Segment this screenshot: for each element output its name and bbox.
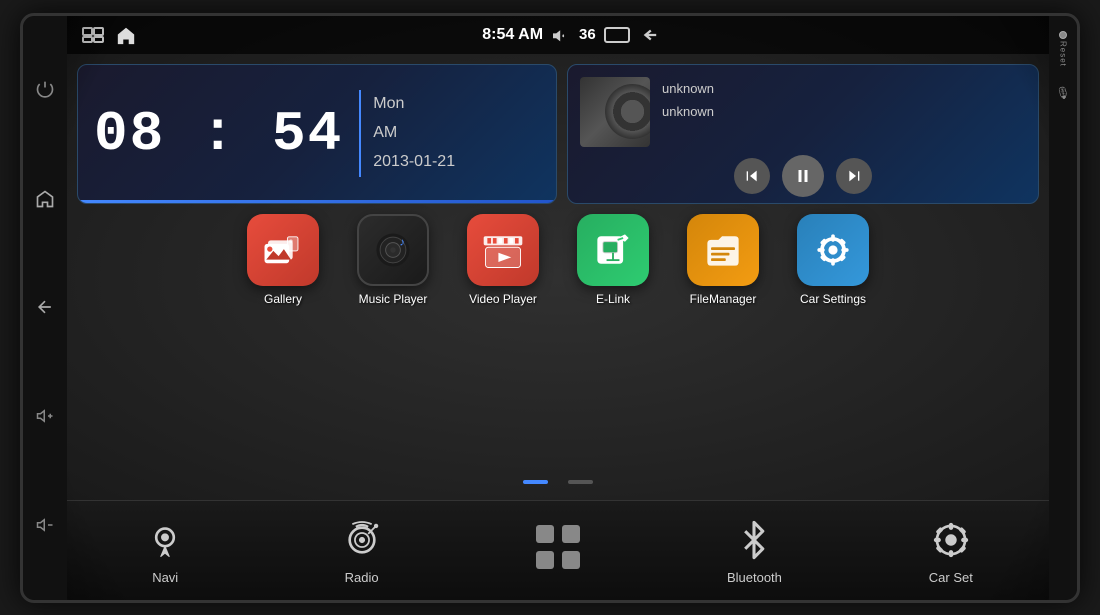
- home-side-button[interactable]: [31, 185, 59, 213]
- gallery-label: Gallery: [264, 292, 302, 306]
- music-player-icon-svg: ♪: [370, 227, 416, 273]
- file-manager-label: FileManager: [690, 292, 757, 306]
- nav-item-car-set[interactable]: Car Set: [853, 516, 1049, 585]
- prev-button[interactable]: [734, 158, 770, 194]
- clock-date: 2013-01-21: [373, 148, 455, 177]
- power-button[interactable]: [31, 76, 59, 104]
- app-video-player[interactable]: Video Player: [458, 214, 548, 306]
- video-player-icon: [467, 214, 539, 286]
- elink-icon: [577, 214, 649, 286]
- clock-time-display: 08 : 54: [94, 102, 343, 166]
- svg-text:♪: ♪: [399, 236, 405, 248]
- navi-icon: [141, 516, 189, 564]
- play-pause-button[interactable]: [782, 155, 824, 197]
- volume-down-button[interactable]: [31, 511, 59, 539]
- music-player-icon: ♪: [357, 214, 429, 286]
- nav-item-navi[interactable]: Navi: [67, 516, 263, 585]
- music-widget: ♪ unknown unknown: [567, 64, 1039, 204]
- volume-status-icon: [551, 27, 571, 43]
- file-manager-icon-svg: [700, 227, 746, 273]
- clock-details: Mon AM 2013-01-21: [359, 90, 455, 176]
- gallery-icon-svg: [261, 228, 305, 272]
- apps-grid: Gallery ♪ Musi: [77, 214, 1039, 474]
- clock-day: Mon: [373, 90, 455, 119]
- mic-icon: 🎙: [1055, 86, 1070, 100]
- music-player-label: Music Player: [359, 292, 428, 306]
- car-settings-label: Car Settings: [800, 292, 866, 306]
- track-title: unknown: [662, 77, 1026, 100]
- nav-item-bluetooth[interactable]: Bluetooth: [656, 516, 852, 585]
- main-content-area: 08 : 54 Mon AM 2013-01-21 ♪: [67, 54, 1049, 500]
- radio-icon: [338, 516, 386, 564]
- app-file-manager[interactable]: FileManager: [678, 214, 768, 306]
- gallery-icon: [247, 214, 319, 286]
- reset-button-area[interactable]: Reset: [1059, 31, 1068, 67]
- volume-level: 36: [579, 26, 596, 43]
- bluetooth-icon-svg: [732, 518, 776, 562]
- car-set-icon: [927, 516, 975, 564]
- reset-label: Reset: [1059, 41, 1068, 67]
- nav-item-radio[interactable]: Radio: [263, 516, 459, 585]
- status-bar: 8:54 AM 36: [67, 16, 1049, 54]
- car-settings-icon-svg: [810, 227, 856, 273]
- screen-icon: [604, 27, 630, 43]
- right-side-buttons: Reset 🎙: [1049, 16, 1077, 600]
- page-dot-1: [523, 480, 548, 484]
- home-status-icon[interactable]: [115, 25, 137, 45]
- radio-label: Radio: [345, 570, 379, 585]
- apps-row-1: Gallery ♪ Musi: [238, 214, 878, 306]
- reset-button[interactable]: [1059, 31, 1067, 39]
- elink-label: E-Link: [596, 292, 630, 306]
- video-player-icon-svg: [480, 227, 526, 273]
- app-music-player[interactable]: ♪ Music Player: [348, 214, 438, 306]
- clock-period: AM: [373, 119, 455, 148]
- back-status-icon[interactable]: [638, 26, 660, 44]
- bluetooth-icon: [730, 516, 778, 564]
- car-set-label: Car Set: [929, 570, 973, 585]
- next-button[interactable]: [836, 158, 872, 194]
- widgets-row: 08 : 54 Mon AM 2013-01-21 ♪: [77, 64, 1039, 204]
- device-frame: 8:54 AM 36 08 : 54: [20, 13, 1080, 603]
- page-dot-2: [568, 480, 593, 484]
- home-grid-icon-svg: [530, 519, 586, 575]
- car-settings-icon: [797, 214, 869, 286]
- app-elink[interactable]: E-Link: [568, 214, 658, 306]
- clock-widget: 08 : 54 Mon AM 2013-01-21: [77, 64, 557, 204]
- car-set-icon-svg: [929, 518, 973, 562]
- music-top-area: ♪ unknown unknown: [580, 77, 1026, 147]
- left-side-buttons: [23, 16, 67, 600]
- navi-label: Navi: [152, 570, 178, 585]
- file-manager-icon: [687, 214, 759, 286]
- music-controls: [580, 155, 1026, 197]
- recent-windows-icon[interactable]: [81, 26, 105, 44]
- main-screen: 8:54 AM 36 08 : 54: [67, 16, 1049, 600]
- home-grid-icon: [530, 519, 586, 575]
- app-gallery[interactable]: Gallery: [238, 214, 328, 306]
- nav-item-home[interactable]: [460, 519, 656, 581]
- page-indicator: [77, 480, 1039, 484]
- radio-icon-svg: [340, 518, 384, 562]
- bluetooth-label: Bluetooth: [727, 570, 782, 585]
- video-player-label: Video Player: [469, 292, 537, 306]
- elink-icon-svg: [590, 227, 636, 273]
- album-art: ♪: [580, 77, 650, 147]
- status-left-icons: [81, 25, 137, 45]
- volume-up-button[interactable]: [31, 402, 59, 430]
- music-info: unknown unknown: [662, 77, 1026, 124]
- status-time-area: 8:54 AM 36: [482, 26, 659, 44]
- status-time: 8:54 AM: [482, 26, 543, 44]
- navi-icon-svg: [143, 518, 187, 562]
- app-car-settings[interactable]: Car Settings: [788, 214, 878, 306]
- track-artist: unknown: [662, 100, 1026, 123]
- bottom-nav-bar: Navi Radio: [67, 500, 1049, 600]
- back-side-button[interactable]: [31, 293, 59, 321]
